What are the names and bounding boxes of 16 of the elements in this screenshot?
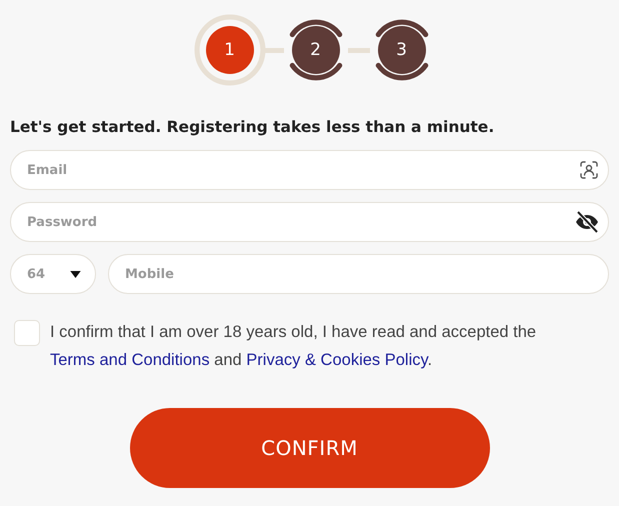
form-heading: Let's get started. Registering takes less than a minute.: [10, 118, 496, 136]
password-field[interactable]: Password: [10, 202, 609, 242]
mobile-field[interactable]: Mobile: [108, 254, 609, 294]
policy-link[interactable]: Terms and Conditions: [50, 351, 210, 369]
person-scan-icon[interactable]: [579, 160, 599, 180]
step-connector: [348, 48, 370, 52]
eye-slash-icon[interactable]: [575, 210, 599, 234]
consent-checkbox[interactable]: [14, 320, 40, 346]
confirm-button[interactable]: CONFIRM: [130, 408, 490, 488]
email-field[interactable]: Email: [10, 150, 609, 190]
step-indicator: 3: [366, 14, 438, 86]
caret-icon: [70, 270, 81, 278]
policy-link[interactable]: Privacy & Cookies Policy: [246, 351, 428, 369]
step-indicator: 1: [194, 14, 266, 86]
step-indicator: 2: [280, 14, 352, 86]
consent-text: I confirm that I am over 18 years old, I have read and accepted the Terms and Conditions and Privacy & Cookies Policy.: [50, 322, 538, 371]
